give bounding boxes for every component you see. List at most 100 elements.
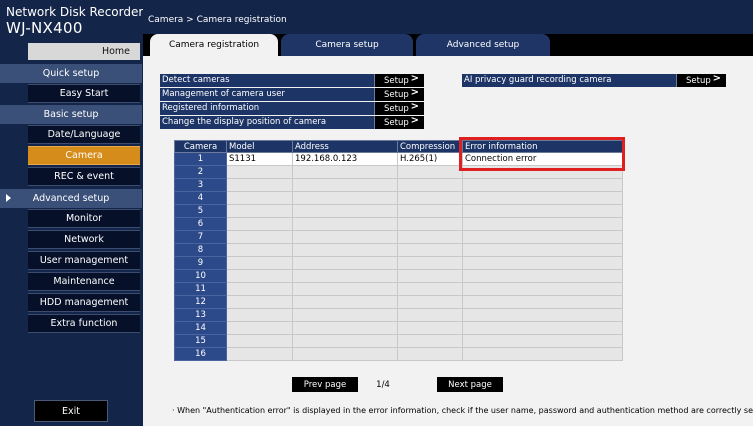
table-row[interactable]: 9 [174, 256, 623, 270]
cell-model [226, 256, 293, 270]
cell-address [292, 269, 398, 283]
sidebar-item-monitor[interactable]: Monitor [28, 209, 140, 228]
cell-address [292, 256, 398, 270]
table-row[interactable]: 3 [174, 178, 623, 192]
cell-camera-number: 15 [174, 334, 227, 348]
table-row[interactable]: 6 [174, 217, 623, 231]
chevron-right-icon: > [712, 73, 721, 84]
table-row[interactable]: 7 [174, 230, 623, 244]
cell-address [292, 191, 398, 205]
cell-model [226, 230, 293, 244]
cell-compression [397, 334, 463, 348]
cell-model [226, 204, 293, 218]
sidebar-item-extra-function[interactable]: Extra function [28, 314, 140, 333]
setup-row-label: Change the display position of camera [162, 117, 327, 127]
expand-arrow-icon [6, 194, 11, 202]
home-button[interactable]: Home [28, 43, 140, 60]
sidebar-item-camera[interactable]: Camera [28, 146, 140, 165]
tab-camera-registration[interactable]: Camera registration [150, 34, 278, 56]
ai-privacy-setup-button[interactable]: Setup > [676, 73, 726, 87]
cell-compression [397, 295, 463, 309]
cell-address [292, 347, 398, 361]
chevron-right-icon: > [410, 101, 419, 112]
column-header-address: Address [292, 140, 398, 153]
cell-error-information [462, 282, 623, 296]
table-row[interactable]: 13 [174, 308, 623, 322]
cell-error-information [462, 334, 623, 348]
cell-compression [397, 191, 463, 205]
prev-page-button[interactable]: Prev page [292, 377, 358, 392]
setup-button-label: Setup [384, 89, 409, 100]
cell-model [226, 308, 293, 322]
page-indicator: 1/4 [376, 379, 390, 390]
cell-model [226, 282, 293, 296]
table-row[interactable]: 11 [174, 282, 623, 296]
cell-error-information [462, 204, 623, 218]
exit-button[interactable]: Exit [34, 400, 108, 422]
cell-camera-number: 7 [174, 230, 227, 244]
cell-camera-number: 16 [174, 347, 227, 361]
table-row[interactable]: 15 [174, 334, 623, 348]
cell-error-information [462, 256, 623, 270]
cell-model [226, 217, 293, 231]
cell-compression [397, 321, 463, 335]
cell-error-information [462, 191, 623, 205]
cell-camera-number: 8 [174, 243, 227, 257]
sidebar-item-rec-event[interactable]: REC & event [28, 167, 140, 186]
sidebar-item-user-management[interactable]: User management [28, 251, 140, 270]
table-row[interactable]: 8 [174, 243, 623, 257]
cell-camera-number: 10 [174, 269, 227, 283]
cell-camera-number: 6 [174, 217, 227, 231]
tab-camera-setup[interactable]: Camera setup [281, 34, 413, 56]
cell-camera-number: 13 [174, 308, 227, 322]
setup-row-camera-user: Management of camera user Setup > [160, 87, 424, 101]
sidebar-group-label: Advanced setup [32, 193, 110, 204]
column-header-model: Model [226, 140, 293, 153]
sidebar-group-quick-setup[interactable]: Quick setup [0, 64, 142, 83]
table-row[interactable]: 16 [174, 347, 623, 361]
sidebar-item-date-language[interactable]: Date/Language [28, 125, 140, 144]
cell-camera-number: 12 [174, 295, 227, 309]
cell-camera-number: 11 [174, 282, 227, 296]
cell-compression [397, 204, 463, 218]
table-row[interactable]: 14 [174, 321, 623, 335]
tab-advanced-setup[interactable]: Advanced setup [416, 34, 550, 56]
next-page-button[interactable]: Next page [437, 377, 503, 392]
cell-model [226, 334, 293, 348]
table-row[interactable]: 10 [174, 269, 623, 283]
sidebar-item-easy-start[interactable]: Easy Start [28, 84, 140, 103]
cell-camera-number: 14 [174, 321, 227, 335]
cell-camera-number: 1 [174, 152, 227, 166]
table-row[interactable]: 5 [174, 204, 623, 218]
sidebar-item-hdd-management[interactable]: HDD management [28, 293, 140, 312]
column-header-compression: Compression [397, 140, 463, 153]
setup-row-detect-cameras: Detect cameras Setup > [160, 73, 424, 87]
display-position-setup-button[interactable]: Setup > [374, 115, 424, 129]
cell-model [226, 347, 293, 361]
detect-cameras-setup-button[interactable]: Setup > [374, 73, 424, 87]
registered-info-setup-button[interactable]: Setup > [374, 101, 424, 115]
cell-compression [397, 347, 463, 361]
cell-address [292, 217, 398, 231]
chevron-right-icon: > [410, 115, 419, 126]
setup-row-label: Detect cameras [162, 75, 230, 85]
setup-button-label: Setup [384, 117, 409, 128]
cell-address [292, 178, 398, 192]
cell-error-information [462, 230, 623, 244]
cell-error-information [462, 269, 623, 283]
cell-model [226, 178, 293, 192]
sidebar-group-advanced-setup[interactable]: Advanced setup [0, 189, 142, 208]
chevron-right-icon: > [410, 73, 419, 84]
cell-address [292, 165, 398, 179]
table-row[interactable]: 4 [174, 191, 623, 205]
cell-error-information [462, 321, 623, 335]
camera-user-setup-button[interactable]: Setup > [374, 87, 424, 101]
sidebar-group-basic-setup[interactable]: Basic setup [0, 105, 142, 124]
table-row[interactable]: 12 [174, 295, 623, 309]
cell-error-information [462, 308, 623, 322]
sidebar-item-maintenance[interactable]: Maintenance [28, 272, 140, 291]
cell-compression [397, 217, 463, 231]
sidebar-item-network[interactable]: Network [28, 230, 140, 249]
cell-address [292, 321, 398, 335]
setup-row-ai-privacy: AI privacy guard recording camera Setup … [462, 73, 726, 87]
